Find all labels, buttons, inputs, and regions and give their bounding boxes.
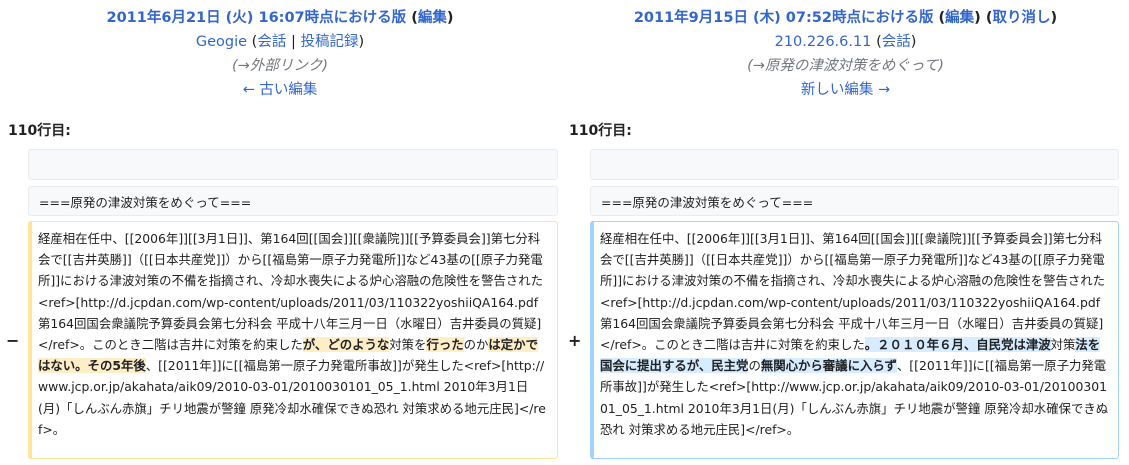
old-revision-link[interactable]: 2011年6月21日 (火) 16:07時点における版 <box>107 10 407 26</box>
added-line-common: の <box>748 358 761 374</box>
new-edit-summary: (→原発の津波対策をめぐって) <box>747 58 944 74</box>
new-revision-link[interactable]: 2011年9月15日 (木) 07:52時点における版 <box>634 10 934 26</box>
new-line-number: 110行目: <box>569 123 632 139</box>
old-line-number: 110行目: <box>8 123 71 139</box>
deleted-line-common: のか <box>463 337 489 353</box>
deleted-line: 経産相在任中、[[2006年]][[3月1日]]、第164回[[国会]][[衆議… <box>28 221 558 459</box>
old-revision-header: 2011年6月21日 (火) 16:07時点における版 (編集) Geogie … <box>0 6 560 102</box>
deleted-segment: が、どのような <box>302 337 390 353</box>
newer-edit-link[interactable]: 新しい編集 → <box>801 82 890 98</box>
new-context-heading: ===原発の津波対策をめぐって=== <box>590 186 1119 216</box>
added-segment: 無関心から審議に入らず <box>760 358 897 374</box>
added-line: 経産相在任中、[[2006年]][[3月1日]]、第164回[[国会]][[衆議… <box>590 221 1119 459</box>
old-edit-link[interactable]: 編集 <box>418 10 447 26</box>
deleted-segment: 行った <box>426 337 464 353</box>
old-user-talk-link[interactable]: 会話 <box>257 34 286 50</box>
old-user-contribs-link[interactable]: 投稿記録 <box>300 34 358 50</box>
deletion-marker: − <box>6 331 20 350</box>
added-line-common: 対策 <box>1050 337 1076 353</box>
new-edit-link[interactable]: 編集 <box>945 10 974 26</box>
addition-marker: + <box>568 331 582 350</box>
older-edit-link[interactable]: ← 古い編集 <box>243 82 318 98</box>
deleted-line-common-before: 経産相在任中、[[2006年]][[3月1日]]、第164回[[国会]][[衆議… <box>38 231 544 353</box>
old-context-empty <box>28 149 558 180</box>
new-user-link[interactable]: 210.226.6.11 <box>775 34 872 50</box>
old-context-heading: ===原発の津波対策をめぐって=== <box>28 186 558 216</box>
new-revision-header: 2011年9月15日 (木) 07:52時点における版 (編集) (取り消し) … <box>562 6 1129 102</box>
new-context-empty <box>590 149 1119 180</box>
old-user-link[interactable]: Geogie <box>196 34 247 50</box>
undo-link[interactable]: 取り消し <box>993 10 1051 26</box>
old-edit-summary: (→外部リンク) <box>232 58 328 74</box>
added-line-common-before: 経産相在任中、[[2006年]][[3月1日]]、第164回[[国会]][[衆議… <box>600 231 1106 353</box>
new-user-talk-link[interactable]: 会話 <box>882 34 911 50</box>
added-segment: 。２０１０年６月、自民党は津波 <box>864 337 1051 353</box>
deleted-line-common: 対策を <box>389 337 427 353</box>
